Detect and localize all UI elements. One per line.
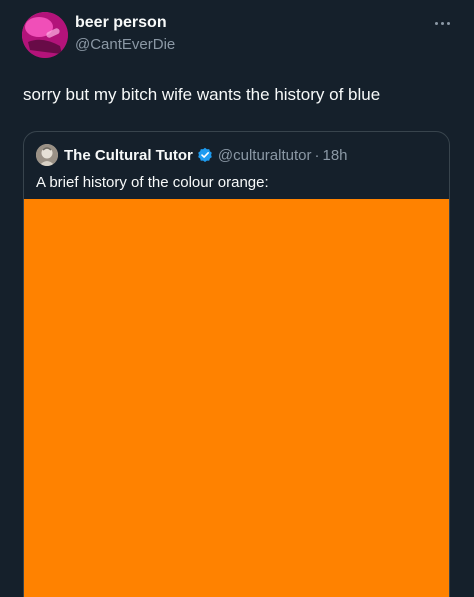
quoted-tweet-header: The Cultural Tutor @culturaltutor · 18h: [36, 144, 348, 166]
author-avatar[interactable]: [22, 12, 68, 58]
more-dot: [440, 21, 444, 25]
more-horizontal-icon: [434, 21, 438, 25]
quoted-author-avatar[interactable]: [36, 144, 58, 166]
more-dot: [446, 21, 450, 25]
author-display-name[interactable]: beer person: [75, 14, 167, 32]
quoted-author-name[interactable]: The Cultural Tutor: [64, 147, 193, 164]
quoted-tweet-media[interactable]: [24, 199, 449, 597]
quoted-author-handle[interactable]: @culturaltutor: [218, 147, 312, 164]
statue-bust-icon: [36, 144, 58, 166]
more-options-button[interactable]: [430, 14, 454, 32]
verified-badge-icon: [197, 147, 213, 163]
tweet-view: beer person @CantEverDie sorry but my bi…: [0, 0, 474, 597]
tweet-text: sorry but my bitch wife wants the histor…: [23, 85, 381, 104]
quoted-tweet-time[interactable]: 18h: [323, 147, 348, 164]
quoted-tweet-text: A brief history of the colour orange:: [36, 174, 269, 191]
author-handle[interactable]: @CantEverDie: [75, 36, 175, 53]
avatar-image: [22, 12, 68, 58]
quoted-tweet-card[interactable]: The Cultural Tutor @culturaltutor · 18h …: [23, 131, 450, 597]
header-separator: ·: [314, 146, 320, 164]
